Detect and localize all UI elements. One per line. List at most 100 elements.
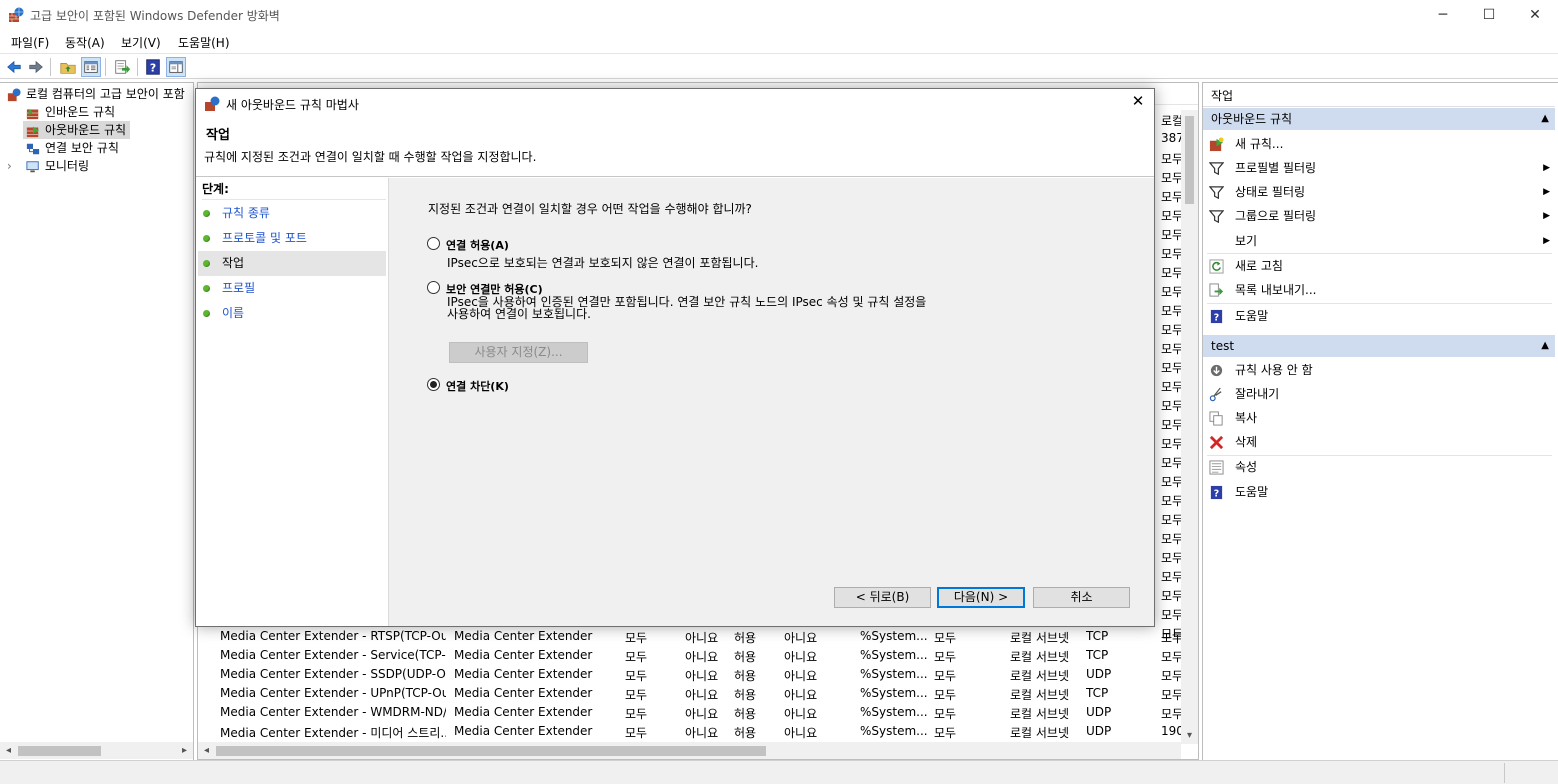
table-row[interactable]: Media Center Extender - RTSP(TCP-Out) Med…: [198, 627, 1198, 646]
export-list-icon[interactable]: [112, 57, 132, 77]
back-arrow-icon[interactable]: [4, 57, 24, 77]
action-refresh[interactable]: 새로 고침: [1207, 254, 1552, 278]
copy-icon: [1209, 411, 1223, 426]
action-cut[interactable]: 잘라내기: [1207, 382, 1552, 406]
action-filter-by-group[interactable]: 그룹으로 필터링 ▶: [1207, 204, 1552, 228]
table-cell: 모두: [625, 631, 648, 645]
table-cell: 모두: [625, 726, 648, 740]
table-cell: 아니요: [685, 631, 719, 645]
filter-icon: [1209, 162, 1224, 176]
forward-arrow-icon[interactable]: [26, 57, 46, 77]
tree-item-inbound-rules[interactable]: 인바운드 규칙: [25, 103, 115, 121]
list-vertical-scrollbar[interactable]: ▾: [1181, 110, 1198, 744]
connection-security-icon: [26, 143, 40, 154]
help-icon[interactable]: ?: [143, 57, 163, 77]
option-allow-label[interactable]: 연결 허용(A): [446, 237, 509, 253]
next-button[interactable]: 다음(N) >: [937, 587, 1025, 608]
up-folder-icon[interactable]: [58, 57, 78, 77]
back-button[interactable]: < 뒤로(B): [834, 587, 931, 608]
submenu-arrow-icon: ▶: [1543, 163, 1550, 173]
table-row[interactable]: Media Center Extender - WMDRM-ND/... Medi…: [198, 703, 1198, 722]
table-cell: 모두: [625, 707, 648, 721]
scroll-right-icon[interactable]: ▸: [176, 742, 193, 759]
action-filter-by-profile[interactable]: 프로필별 필터링 ▶: [1207, 156, 1552, 180]
menu-file[interactable]: 파일(F): [11, 34, 49, 51]
dialog-close-button[interactable]: ✕: [1126, 92, 1150, 110]
show-hide-tree-icon[interactable]: [81, 57, 101, 77]
tree-item-outbound-rules[interactable]: 아웃바운드 규칙: [23, 121, 131, 139]
tree-horizontal-scrollbar[interactable]: ◂ ▸: [0, 742, 193, 759]
action-properties[interactable]: 속성: [1207, 455, 1552, 479]
action-help-2[interactable]: ? 도움말: [1207, 480, 1552, 504]
collapse-arrow-icon[interactable]: ▲: [1541, 335, 1549, 357]
action-view[interactable]: 보기 ▶: [1207, 229, 1552, 253]
action-label: 규칙 사용 안 함: [1235, 363, 1313, 377]
option-allow-description: IPsec으로 보호되는 연결과 보호되지 않은 연결이 포함됩니다.: [447, 256, 759, 270]
table-cell: Media Center Extender: [454, 648, 593, 662]
step-profile[interactable]: 프로필: [198, 276, 386, 301]
table-cell: 허용: [734, 631, 757, 645]
tree-root[interactable]: 로컬 컴퓨터의 고급 보안이 포함: [6, 85, 185, 103]
table-row[interactable]: Media Center Extender - 미디어 스트리... Media …: [198, 722, 1198, 741]
table-cell: TCP: [1086, 686, 1109, 700]
scroll-thumb[interactable]: [18, 746, 101, 756]
step-protocol-ports[interactable]: 프로토콜 및 포트: [198, 226, 386, 251]
scroll-down-icon[interactable]: ▾: [1181, 727, 1198, 744]
table-cell: 허용: [734, 669, 757, 683]
table-cell: 허용: [734, 688, 757, 702]
table-cell: 허용: [734, 726, 757, 740]
tree-root-label: 로컬 컴퓨터의 고급 보안이 포함: [26, 87, 185, 101]
action-export-list[interactable]: 목록 내보내기...: [1207, 278, 1552, 302]
step-name[interactable]: 이름: [198, 301, 386, 326]
step-action[interactable]: 작업: [198, 251, 386, 276]
collapse-arrow-icon[interactable]: ▲: [1541, 108, 1549, 130]
table-row[interactable]: Media Center Extender - UPnP(TCP-Out) Med…: [198, 684, 1198, 703]
actions-section-outbound[interactable]: 아웃바운드 규칙 ▲: [1203, 108, 1555, 130]
dialog-header: 작업 규칙에 지정된 조건과 연결이 일치할 때 수행할 작업을 지정합니다.: [196, 117, 1154, 177]
action-disable-rule[interactable]: 규칙 사용 안 함: [1207, 358, 1552, 382]
action-copy[interactable]: 복사: [1207, 406, 1552, 430]
table-cell: 모두: [1161, 513, 1184, 527]
scroll-thumb[interactable]: [1185, 116, 1194, 204]
cancel-button[interactable]: 취소: [1033, 587, 1130, 608]
action-label: 새로 고침: [1235, 259, 1283, 273]
option-block-label[interactable]: 연결 차단(K): [446, 378, 509, 394]
close-button[interactable]: ✕: [1512, 0, 1558, 31]
actions-section-test[interactable]: test ▲: [1203, 335, 1555, 357]
tree-item-monitoring[interactable]: › 모니터링: [7, 157, 89, 175]
menu-action[interactable]: 동작(A): [65, 34, 105, 51]
table-cell: 아니요: [784, 688, 818, 702]
radio-allow-secure-only[interactable]: [427, 281, 440, 294]
menu-help[interactable]: 도움말(H): [178, 34, 230, 51]
action-new-rule[interactable]: 새 규칙...: [1207, 132, 1552, 156]
tree-item-connection-security-rules[interactable]: 연결 보안 규칙: [25, 139, 119, 157]
table-row[interactable]: Media Center Extender - Service(TCP-O...…: [198, 646, 1198, 665]
minimize-button[interactable]: ─: [1420, 0, 1466, 31]
table-cell: 아니요: [685, 669, 719, 683]
scroll-thumb[interactable]: [216, 746, 766, 756]
scroll-left-icon[interactable]: ◂: [198, 742, 215, 759]
table-cell: 모두: [1161, 570, 1184, 584]
action-label: 삭제: [1235, 435, 1258, 449]
list-horizontal-scrollbar[interactable]: ◂: [198, 742, 1181, 759]
radio-allow-connection[interactable]: [427, 237, 440, 250]
expand-chevron-icon[interactable]: ›: [7, 157, 21, 175]
table-cell: 모두: [1161, 551, 1184, 565]
table-cell: Media Center Extender - RTSP(TCP-Out): [220, 629, 446, 643]
action-help[interactable]: ? 도움말: [1207, 304, 1552, 328]
table-cell: 모두: [1161, 437, 1184, 451]
table-cell: 모두: [1161, 650, 1181, 664]
toolbar-separator: [50, 58, 51, 76]
menu-view[interactable]: 보기(V): [121, 34, 161, 51]
tree-item-label: 연결 보안 규칙: [45, 141, 119, 155]
step-rule-type[interactable]: 규칙 종류: [198, 201, 386, 226]
action-delete[interactable]: 삭제: [1207, 430, 1552, 454]
maximize-button[interactable]: ☐: [1466, 0, 1512, 31]
show-hide-action-pane-icon[interactable]: [166, 57, 186, 77]
action-label: 복사: [1235, 411, 1258, 425]
action-filter-by-state[interactable]: 상태로 필터링 ▶: [1207, 180, 1552, 204]
scroll-left-icon[interactable]: ◂: [0, 742, 17, 759]
help-icon: ?: [1210, 309, 1223, 324]
table-row[interactable]: Media Center Extender - SSDP(UDP-Out) Med…: [198, 665, 1198, 684]
radio-block-connection[interactable]: [427, 378, 440, 391]
